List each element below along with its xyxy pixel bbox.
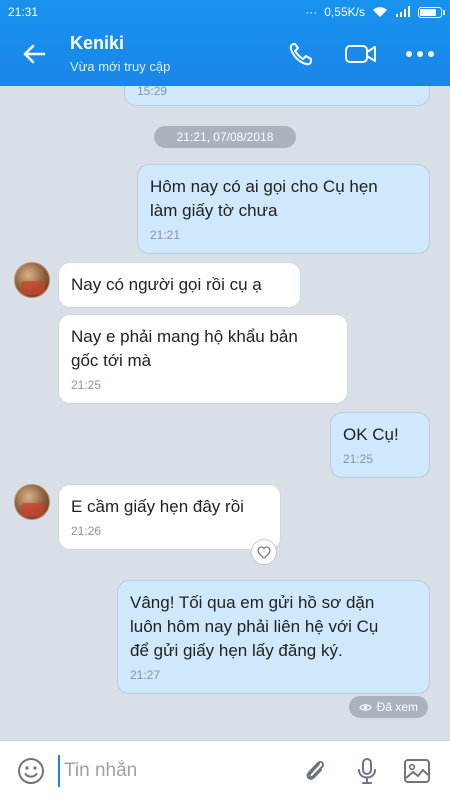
message-time: 21:25 xyxy=(343,452,374,466)
message-text: Hôm nay có ai gọi cho Cụ hẹn xyxy=(150,177,378,196)
phone-call-icon[interactable] xyxy=(286,40,316,68)
chat-area[interactable]: 15:29 21:21, 07/08/2018 Hôm nay có ai gọ… xyxy=(0,86,450,740)
app-header: 21:31 ··· 0,55K/s Keniki Vừa mới truy cậ… xyxy=(0,0,450,86)
react-heart-button[interactable] xyxy=(251,539,277,565)
wifi-icon xyxy=(373,7,387,17)
message-text: làm giấy tờ chưa xyxy=(150,201,278,220)
more-dots-icon: ··· xyxy=(305,5,318,19)
status-icons: ··· 0,55K/s xyxy=(305,5,445,19)
message-bubble-incoming[interactable]: Nay e phải mang hộ khẩu bản gốc tới mà 2… xyxy=(58,314,348,404)
message-text: Nay có người gọi rồi cụ ạ xyxy=(71,275,262,294)
message-text: luôn hôm nay phải liên hệ với Cụ xyxy=(130,617,379,636)
message-text: E cầm giấy hẹn đây rồi xyxy=(71,497,244,516)
message-text: để gửi giấy hẹn lấy đăng ký. xyxy=(130,641,343,660)
message-input-bar xyxy=(0,740,450,800)
video-call-icon[interactable] xyxy=(344,40,378,68)
image-gallery-icon[interactable] xyxy=(402,756,432,786)
network-speed: 0,55K/s xyxy=(324,5,365,19)
message-text: Nay e phải mang hộ khẩu bản xyxy=(71,327,298,346)
attachment-icon[interactable] xyxy=(300,756,330,786)
message-time: 15:29 xyxy=(137,86,168,98)
message-input[interactable] xyxy=(58,755,278,787)
emoji-icon[interactable] xyxy=(16,756,46,786)
contact-name[interactable]: Keniki xyxy=(70,33,124,54)
microphone-icon[interactable] xyxy=(352,756,382,786)
eye-icon xyxy=(358,703,372,711)
signal-icon xyxy=(396,6,410,17)
message-bubble-incoming[interactable]: Nay có người gọi rồi cụ ạ xyxy=(58,262,301,308)
status-time: 21:31 xyxy=(8,5,39,19)
message-time: 21:26 xyxy=(71,524,102,538)
contact-avatar[interactable] xyxy=(14,262,50,298)
contact-avatar[interactable] xyxy=(14,484,50,520)
battery-icon xyxy=(418,6,445,18)
date-separator: 21:21, 07/08/2018 xyxy=(154,126,296,148)
message-time: 21:25 xyxy=(71,378,102,392)
contact-status: Vừa mới truy cập xyxy=(70,59,171,74)
status-bar: 21:31 ··· 0,55K/s xyxy=(0,0,450,24)
message-bubble-outgoing[interactable]: Vâng! Tối qua em gửi hồ sơ dặn luôn hôm … xyxy=(117,580,430,694)
message-bubble-incoming[interactable]: E cầm giấy hẹn đây rồi 21:26 xyxy=(58,484,281,550)
message-time: 21:27 xyxy=(130,668,161,682)
back-arrow-icon[interactable] xyxy=(20,40,48,68)
heart-icon xyxy=(257,545,271,559)
more-options-icon[interactable] xyxy=(404,40,436,68)
message-text: gốc tới mà xyxy=(71,351,152,370)
seen-label: Đã xem xyxy=(376,700,418,714)
seen-indicator: Đã xem xyxy=(348,696,428,718)
message-text: Vâng! Tối qua em gửi hồ sơ dặn xyxy=(130,593,375,612)
message-bubble-outgoing[interactable]: Hôm nay có ai gọi cho Cụ hẹn làm giấy tờ… xyxy=(137,164,430,254)
nav-bar: Keniki Vừa mới truy cập xyxy=(0,24,450,86)
message-time: 21:21 xyxy=(150,228,181,242)
message-bubble-previous[interactable]: 15:29 xyxy=(124,86,430,106)
message-bubble-outgoing[interactable]: OK Cụ! 21:25 xyxy=(330,412,430,478)
message-text: OK Cụ! xyxy=(343,425,399,444)
